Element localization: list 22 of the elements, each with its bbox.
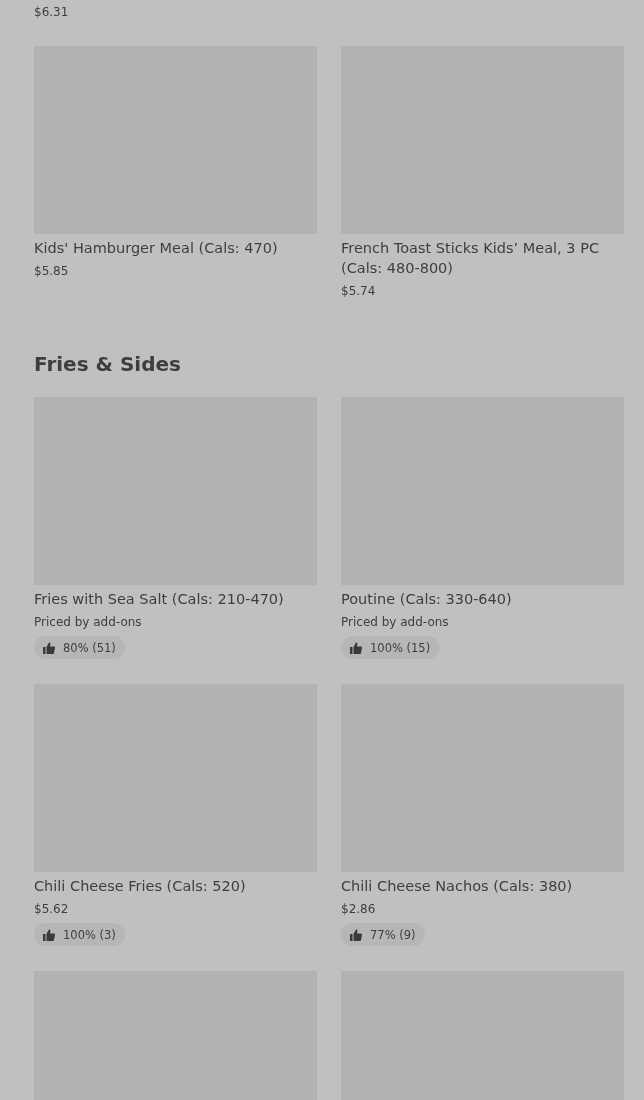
thumbs-up-icon <box>43 928 55 941</box>
item-price: $2.86 <box>341 901 376 918</box>
item-name[interactable]: Fries with Sea Salt (Cals: 210-470) <box>34 589 284 609</box>
item-name[interactable]: Poutine (Cals: 330-640) <box>341 589 512 609</box>
thumbs-up-icon <box>43 641 55 654</box>
thumbs-up-icon <box>350 928 362 941</box>
rating-text: 80% (51) <box>63 640 116 655</box>
item-name[interactable]: Chili Cheese Nachos (Cals: 380) <box>341 876 573 896</box>
item-name[interactable]: Kids' Hamburger Meal (Cals: 470) <box>34 238 278 258</box>
item-price: $5.62 <box>34 901 69 918</box>
rating-text: 100% (15) <box>370 640 431 655</box>
item-price: $5.85 <box>34 263 69 280</box>
section-title: Fries & Sides <box>34 351 181 378</box>
rating-text: 100% (3) <box>63 927 116 942</box>
thumbs-up-icon <box>350 641 362 654</box>
rating-text: 77% (9) <box>370 927 416 942</box>
item-name[interactable]: French Toast Sticks Kids’ Meal, 3 PC (Cals: 480-800) <box>341 238 624 278</box>
item-price: $5.74 <box>341 283 376 300</box>
item-price: Priced by add-ons <box>34 614 142 631</box>
item-name[interactable]: Chili Cheese Fries (Cals: 520) <box>34 876 246 896</box>
item-price: Priced by add-ons <box>341 614 449 631</box>
item-price: $6.31 <box>34 4 69 21</box>
